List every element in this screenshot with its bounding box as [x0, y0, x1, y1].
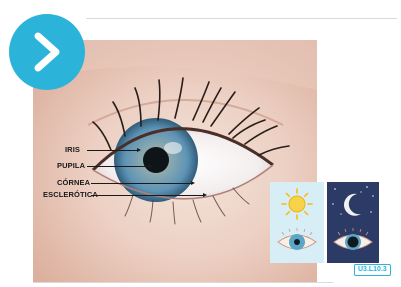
pointer-pupila	[87, 164, 153, 168]
reference-code-badge: U3.L10.3	[354, 264, 391, 276]
bottom-divider	[33, 282, 333, 283]
stars-icon	[332, 186, 374, 215]
eye-large-pupil-icon	[333, 228, 373, 250]
top-divider	[86, 18, 397, 19]
label-iris: IRIS	[65, 145, 80, 154]
sun-icon	[281, 188, 313, 220]
eye-small-pupil-icon	[277, 228, 317, 250]
moon-icon	[343, 193, 361, 216]
pointer-iris	[87, 148, 141, 152]
label-esclerotica: ESCLERÓTICA	[43, 190, 98, 199]
pointer-cornea	[91, 181, 195, 185]
chevron-right-icon	[34, 32, 60, 72]
page: IRIS PUPILA CÓRNEA ESCLERÓTICA U3.L10.3	[0, 0, 401, 287]
pointer-esclerotica	[91, 193, 207, 197]
darkness-panel	[327, 182, 379, 263]
label-pupila: PUPILA	[57, 161, 86, 170]
next-button[interactable]	[9, 14, 85, 90]
daylight-panel	[270, 182, 324, 263]
label-cornea: CÓRNEA	[57, 178, 91, 187]
